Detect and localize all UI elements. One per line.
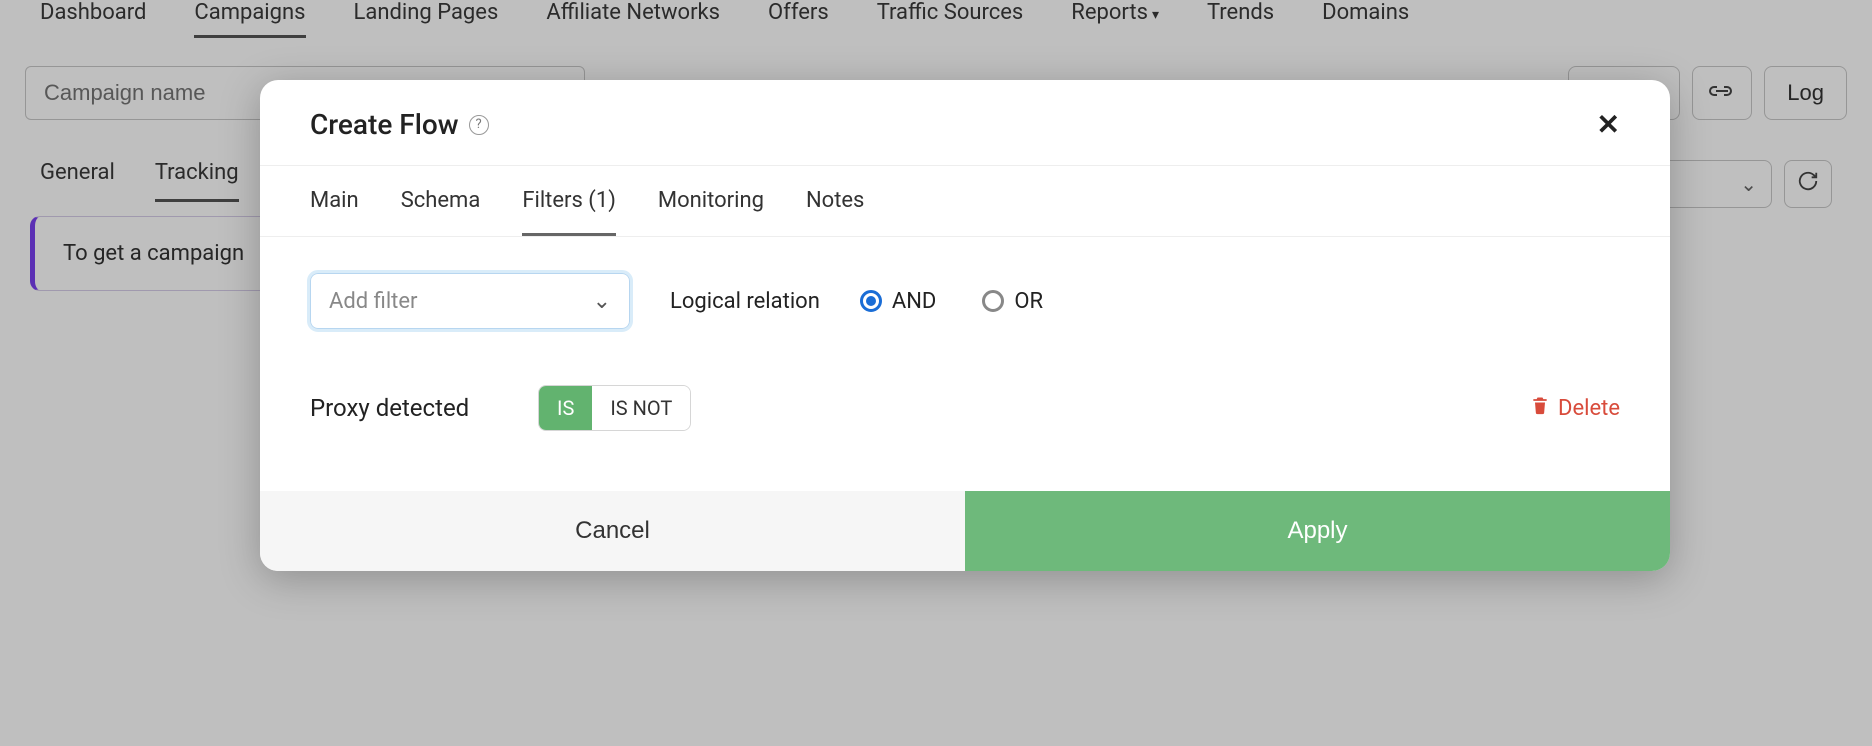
modal-title: Create Flow bbox=[310, 108, 459, 141]
add-filter-placeholder: Add filter bbox=[329, 289, 417, 314]
radio-or-label: OR bbox=[1014, 289, 1043, 314]
radio-icon bbox=[860, 290, 882, 312]
cancel-button[interactable]: Cancel bbox=[260, 491, 965, 571]
tab-filters[interactable]: Filters (1) bbox=[522, 188, 616, 236]
logical-relation-label: Logical relation bbox=[670, 289, 820, 314]
is-isnot-toggle: IS IS NOT bbox=[538, 385, 691, 431]
delete-filter-button[interactable]: Delete bbox=[1530, 394, 1620, 422]
radio-icon bbox=[982, 290, 1004, 312]
help-icon[interactable]: ? bbox=[469, 115, 489, 135]
toggle-is-not[interactable]: IS NOT bbox=[592, 386, 690, 430]
tab-notes[interactable]: Notes bbox=[806, 188, 864, 236]
close-button[interactable]: ✕ bbox=[1597, 111, 1620, 139]
tab-monitoring[interactable]: Monitoring bbox=[658, 188, 764, 236]
trash-icon bbox=[1530, 394, 1550, 422]
modal-body: Add filter ⌄ Logical relation AND OR P bbox=[260, 237, 1670, 491]
modal-footer: Cancel Apply bbox=[260, 491, 1670, 571]
radio-and[interactable]: AND bbox=[860, 289, 936, 314]
modal-header: Create Flow ? ✕ bbox=[260, 80, 1670, 166]
radio-or[interactable]: OR bbox=[982, 289, 1043, 314]
toggle-is[interactable]: IS bbox=[539, 386, 592, 430]
tab-main[interactable]: Main bbox=[310, 188, 359, 236]
radio-and-label: AND bbox=[892, 289, 936, 314]
filter-name-label: Proxy detected bbox=[310, 394, 510, 422]
apply-button[interactable]: Apply bbox=[965, 491, 1670, 571]
modal-tabs: Main Schema Filters (1) Monitoring Notes bbox=[260, 166, 1670, 237]
tab-schema[interactable]: Schema bbox=[401, 188, 481, 236]
chevron-down-icon: ⌄ bbox=[593, 289, 611, 314]
logical-relation-radiogroup: AND OR bbox=[860, 289, 1043, 314]
delete-label: Delete bbox=[1558, 396, 1620, 421]
add-filter-dropdown[interactable]: Add filter ⌄ bbox=[310, 273, 630, 329]
create-flow-modal: Create Flow ? ✕ Main Schema Filters (1) … bbox=[260, 80, 1670, 571]
filter-item-row: Proxy detected IS IS NOT Delete bbox=[310, 385, 1620, 431]
filter-controls-row: Add filter ⌄ Logical relation AND OR bbox=[310, 273, 1620, 329]
